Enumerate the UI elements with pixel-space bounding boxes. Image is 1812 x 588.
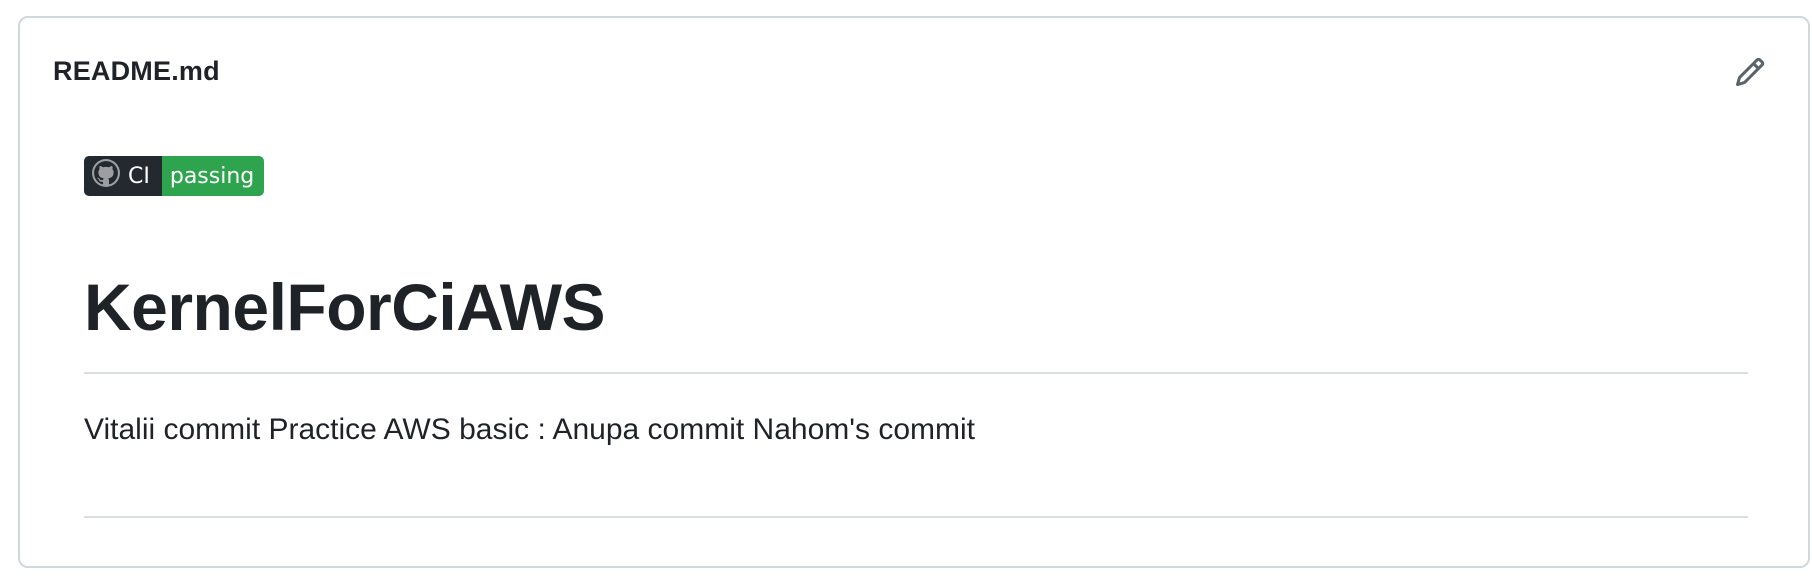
edit-file-button[interactable] [1728, 52, 1772, 96]
readme-header: README.md [20, 18, 1808, 128]
badge-status: passing [161, 156, 265, 196]
readme-file-name[interactable]: README.md [53, 56, 220, 87]
readme-body: CI passing KernelForCiAWS Vitalii commit… [84, 156, 1748, 518]
readme-title: KernelForCiAWS [84, 270, 606, 344]
title-divider [84, 372, 1748, 374]
horizontal-rule [84, 516, 1748, 518]
readme-description: Vitalii commit Practice AWS basic : Anup… [84, 413, 975, 446]
readme-panel: README.md CI passing KernelForCiAWS Vita… [18, 16, 1810, 568]
pencil-icon [1734, 56, 1766, 93]
badge-label: CI [128, 163, 150, 189]
github-logo-icon [92, 159, 120, 193]
ci-status-badge[interactable]: CI passing [84, 156, 265, 196]
badge-label-section: CI [84, 156, 162, 196]
